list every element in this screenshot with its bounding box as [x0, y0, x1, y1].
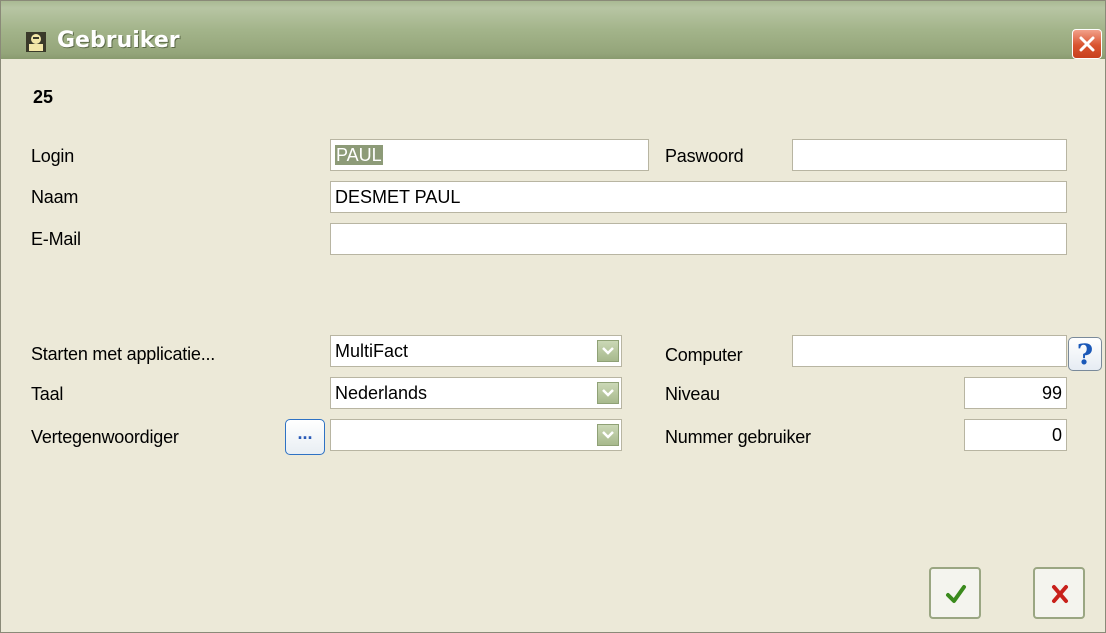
password-field[interactable] — [792, 139, 1067, 171]
name-label: Naam — [31, 187, 79, 207]
title-bar[interactable]: Gebruiker — [1, 1, 1105, 59]
close-button[interactable] — [1072, 29, 1102, 59]
login-field[interactable]: PAUL — [330, 139, 649, 171]
rep-lookup-button[interactable]: ... — [285, 419, 325, 455]
start-app-value: MultiFact — [335, 341, 409, 361]
user-dialog: Gebruiker 25 Login PAUL Paswoord Naam DE… — [0, 0, 1106, 633]
chevron-down-icon — [602, 347, 614, 355]
login-label: Login — [31, 146, 75, 166]
help-icon: ? — [1076, 338, 1094, 371]
rep-select[interactable] — [330, 419, 622, 451]
cancel-button[interactable] — [1033, 567, 1085, 619]
start-app-dropdown-button[interactable] — [597, 340, 619, 362]
help-button[interactable]: ? — [1068, 337, 1102, 371]
login-value: PAUL — [335, 145, 383, 165]
checkmark-icon — [946, 585, 966, 603]
chevron-down-icon — [602, 389, 614, 397]
start-app-label: Starten met applicatie... — [31, 344, 216, 364]
chevron-down-icon — [602, 431, 614, 439]
level-field[interactable]: 99 — [964, 377, 1067, 409]
rep-label: Vertegenwoordiger — [31, 427, 179, 447]
language-label: Taal — [31, 384, 64, 404]
email-label: E-Mail — [31, 229, 81, 249]
ok-button[interactable] — [929, 567, 981, 619]
email-field[interactable] — [330, 223, 1067, 255]
language-dropdown-button[interactable] — [597, 382, 619, 404]
start-app-select[interactable]: MultiFact — [330, 335, 622, 367]
rep-dropdown-button[interactable] — [597, 424, 619, 446]
close-icon — [1079, 36, 1095, 52]
password-label: Paswoord — [665, 146, 744, 166]
record-id: 25 — [33, 87, 54, 107]
language-value: Nederlands — [335, 383, 428, 403]
language-select[interactable]: Nederlands — [330, 377, 622, 409]
user-icon — [26, 32, 46, 52]
user-number-field[interactable]: 0 — [964, 419, 1067, 451]
x-mark-icon — [1052, 585, 1068, 603]
name-field[interactable]: DESMET PAUL — [330, 181, 1067, 213]
level-label: Niveau — [665, 384, 720, 404]
user-number-label: Nummer gebruiker — [665, 427, 811, 447]
computer-label: Computer — [665, 345, 743, 365]
computer-field[interactable] — [792, 335, 1067, 367]
window-title: Gebruiker — [57, 28, 180, 53]
